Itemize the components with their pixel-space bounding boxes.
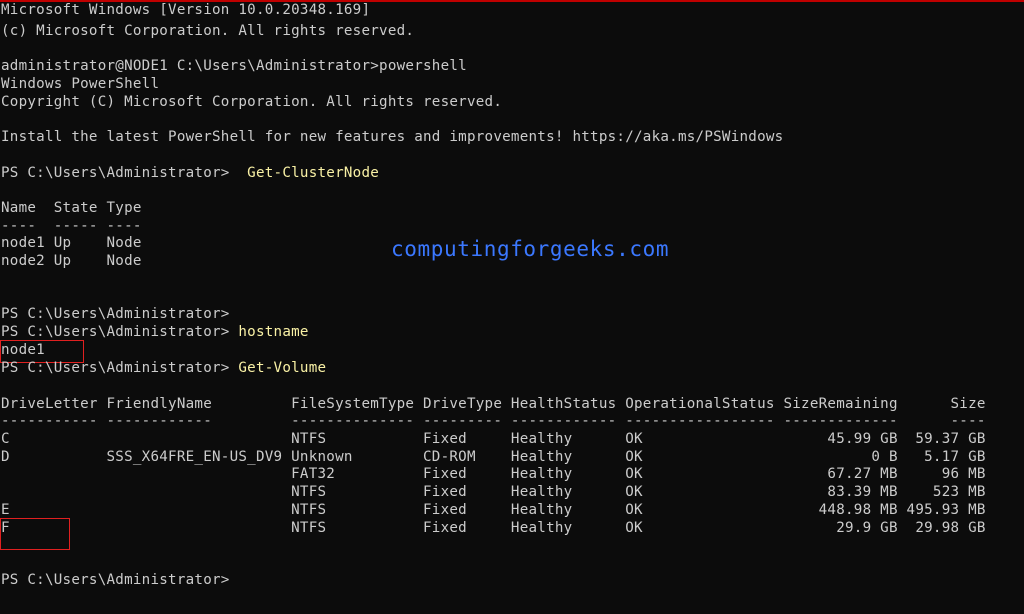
- volume-table-separator: ----------- ------------ -------------- …: [1, 413, 986, 429]
- table-row: E NTFS Fixed Healthy OK 448.98 MB 495.93…: [1, 502, 986, 518]
- cluster-table-separator: ---- ----- ----: [1, 218, 142, 234]
- table-row: node1 Up Node: [1, 235, 142, 251]
- ps-copyright-line: Copyright (C) Microsoft Corporation. All…: [1, 94, 503, 110]
- get-volume-command: Get-Volume: [238, 360, 327, 376]
- get-volume-line: PS C:\Users\Administrator> Get-Volume: [1, 360, 326, 378]
- empty-prompt-line: PS C:\Users\Administrator>: [1, 306, 230, 322]
- table-row: FAT32 Fixed Healthy OK 67.27 MB 96 MB: [1, 466, 986, 482]
- hostname-command: hostname: [238, 324, 309, 340]
- get-clusternode-command: Get-ClusterNode: [247, 165, 380, 181]
- table-row: NTFS Fixed Healthy OK 83.39 MB 523 MB: [1, 484, 986, 500]
- table-row: D SSS_X64FRE_EN-US_DV9 Unknown CD-ROM He…: [1, 449, 986, 465]
- volume-table-header: DriveLetter FriendlyName FileSystemType …: [1, 396, 986, 412]
- os-version-line: Microsoft Windows [Version 10.0.20348.16…: [1, 2, 371, 18]
- ps-title-line: Windows PowerShell: [1, 76, 160, 92]
- ps-prompt: PS C:\Users\Administrator>: [1, 360, 239, 376]
- ps-prompt: PS C:\Users\Administrator>: [1, 324, 239, 340]
- ps-install-message: Install the latest PowerShell for new fe…: [1, 129, 784, 145]
- table-row: C NTFS Fixed Healthy OK 45.99 GB 59.37 G…: [1, 431, 986, 447]
- cmd-prompt: administrator@NODE1 C:\Users\Administrat…: [1, 58, 380, 74]
- launch-command-line: administrator@NODE1 C:\Users\Administrat…: [1, 58, 467, 76]
- table-row: node2 Up Node: [1, 253, 142, 269]
- get-clusternode-line: PS C:\Users\Administrator> Get-ClusterNo…: [1, 165, 379, 183]
- ps-prompt: PS C:\Users\Administrator>: [1, 165, 248, 181]
- cluster-table-header: Name State Type: [1, 200, 142, 216]
- drive-f-highlight-box: [0, 518, 70, 550]
- launch-command: powershell: [379, 58, 467, 74]
- table-row: F NTFS Fixed Healthy OK 29.9 GB 29.98 GB: [1, 520, 986, 536]
- watermark-text: computingforgeeks.com: [391, 237, 670, 261]
- terminal-window[interactable]: Microsoft Windows [Version 10.0.20348.16…: [0, 0, 1024, 614]
- os-copyright-line: (c) Microsoft Corporation. All rights re…: [1, 23, 415, 39]
- final-prompt-line: PS C:\Users\Administrator>: [1, 572, 230, 588]
